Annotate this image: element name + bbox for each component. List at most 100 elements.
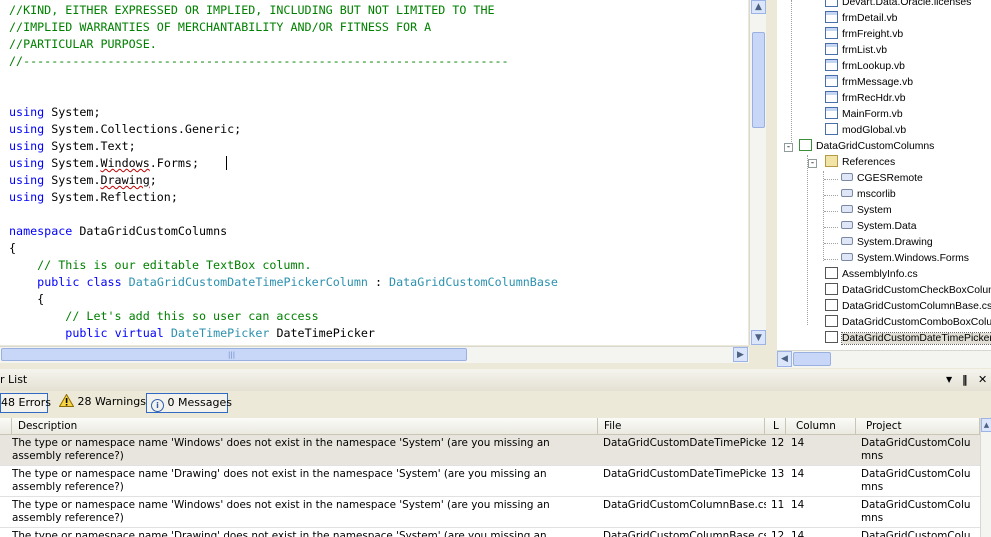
tree-item[interactable]: frmMessage.vb [825,75,913,91]
error-description: The type or namespace name 'Windows' doe… [12,437,550,462]
reference-icon [841,205,853,213]
tree-item[interactable]: DataGridCustomColumnBase.cs [825,299,991,315]
code-line: using System.Drawing; [9,172,157,189]
horizontal-scroll-thumb[interactable] [793,352,831,366]
scroll-down-button[interactable]: ▼ [751,330,766,345]
tree-connector [824,259,838,260]
code-keyword: virtual [114,326,164,340]
tree-item-label: DataGridCustomDateTimePickerColumn.cs [841,332,991,345]
error-line: 12 [771,530,785,537]
tree-item-label: References [842,157,896,168]
tree-item[interactable]: frmFreight.vb [825,27,903,43]
column-header-icon[interactable] [0,418,12,435]
form-icon [825,75,838,87]
tree-item-label: DataGridCustomColumns [816,141,935,152]
scroll-right-button[interactable]: ▶ [733,347,748,362]
tree-item-label: DataGridCustomColumnBase.cs [842,301,991,312]
tree-item[interactable]: DataGridCustomCheckBoxColumn.cs [825,283,991,299]
dropdown-icon[interactable]: ▼ [946,369,952,391]
code-line: public class DataGridCustomDateTimePicke… [9,274,558,291]
error-list-vertical-scrollbar[interactable]: ▲ [980,418,991,537]
editor-vertical-scrollbar[interactable]: ▲ ▼ [749,0,766,345]
error-row[interactable]: The type or namespace name 'Windows' doe… [0,435,980,466]
tree-item-label: frmList.vb [842,45,888,56]
horizontal-scroll-thumb[interactable]: ||| [1,348,467,361]
code-line: using System.Text; [9,138,136,155]
form-icon [825,107,838,119]
tree-item[interactable]: Devart.Data.Oracle.licenses [825,0,971,11]
tree-item[interactable]: modGlobal.vb [825,123,906,139]
column-header-line[interactable]: L [765,418,786,435]
code-keyword: using [9,156,45,170]
column-header-project[interactable]: Project [856,418,980,435]
error-row[interactable]: The type or namespace name 'Windows' doe… [0,497,980,528]
tree-item[interactable]: frmRecHdr.vb [825,91,906,107]
cs-file-icon [825,331,838,343]
code-line: //--------------------------------------… [9,53,509,70]
tree-expander-icon[interactable]: - [808,159,817,168]
error-row[interactable]: The type or namespace name 'Drawing' doe… [0,528,980,537]
cs-file-icon [825,299,838,311]
code-comment: //PARTICULAR PURPOSE. [9,37,157,51]
tree-item[interactable]: System.Windows.Forms [841,251,969,267]
tree-item[interactable]: mscorlib [841,187,896,203]
code-keyword: using [9,190,45,204]
tree-item[interactable]: DataGridCustomComboBoxColumn.cs [825,315,991,331]
scroll-up-button[interactable]: ▲ [981,418,991,432]
error-column: 14 [791,530,805,537]
column-header-file[interactable]: File [598,418,765,435]
editor-horizontal-scrollbar[interactable]: ||| ▶ [0,346,749,363]
tree-connector [824,195,838,196]
tree-item[interactable]: frmLookup.vb [825,59,905,75]
errors-filter-button[interactable]: 48 Errors [0,393,51,413]
tree-item[interactable]: References [825,155,895,171]
reference-icon [841,173,853,181]
code-error-token: Windows [100,156,150,170]
code-keyword: using [9,105,45,119]
column-header-column[interactable]: Column [786,418,856,435]
scroll-up-button[interactable]: ▲ [751,0,766,14]
tree-item[interactable]: System.Drawing [841,235,933,251]
code-keyword: public [65,326,108,340]
messages-filter-button[interactable]: i 0 Messages [146,393,232,413]
code-editor-pane: //KIND, EITHER EXPRESSED OR IMPLIED, INC… [0,0,766,363]
pin-icon[interactable]: ‖ [962,369,968,391]
close-icon[interactable]: ✕ [978,369,987,391]
code-line: { [9,240,16,257]
code-line: // This is our editable TextBox column. [9,257,311,274]
code-text-area[interactable]: //KIND, EITHER EXPRESSED OR IMPLIED, INC… [0,0,748,345]
code-text: System; [44,105,101,119]
error-file: DataGridCustomDateTimePickerCo [603,437,766,449]
scroll-left-button[interactable]: ◀ [777,351,792,367]
warnings-filter-button[interactable]: 28 Warnings [55,393,146,413]
tree-item[interactable]: DataGridCustomDateTimePickerColumn.cs [825,331,991,347]
warning-icon [58,393,75,407]
code-line: // Let's add this so user can access [9,308,318,325]
tree-item[interactable]: AssemblyInfo.cs [825,267,918,283]
tree-items: Devart.Data.Oracle.licenses frmDetail.vb f… [777,0,991,368]
csharp-project-icon [799,139,812,151]
error-project: DataGridCustomColumns [861,437,971,462]
tree-item[interactable]: System [841,203,892,219]
error-project: DataGridCustomColumns [861,530,971,537]
error-row[interactable]: The type or namespace name 'Drawing' doe… [0,466,980,497]
solution-horizontal-scrollbar[interactable]: ◀ [777,350,991,368]
code-keyword: namespace [9,224,73,238]
code-error-token: Drawing [100,173,150,187]
column-header-description[interactable]: Description [12,418,598,435]
tree-item[interactable]: System.Data [841,219,916,235]
tree-expander-icon[interactable]: - [784,143,793,152]
tree-item[interactable]: CGESRemote [841,171,923,187]
tree-item[interactable]: DataGridCustomColumns [799,139,934,155]
code-line: //PARTICULAR PURPOSE. [9,36,157,53]
error-list-title-bar: r List ▼ ‖ ✕ [0,369,991,392]
error-file: DataGridCustomColumnBase.cs [603,530,766,537]
code-keyword: using [9,139,45,153]
tree-item[interactable]: frmList.vb [825,43,887,59]
scroll-thumb[interactable] [752,32,765,128]
tree-connector [824,179,838,180]
code-type-name: DateTimePicker [170,326,270,340]
tree-item[interactable]: frmDetail.vb [825,11,897,27]
tree-item-label: DataGridCustomComboBoxColumn.cs [842,317,991,328]
tree-item[interactable]: MainForm.vb [825,107,903,123]
